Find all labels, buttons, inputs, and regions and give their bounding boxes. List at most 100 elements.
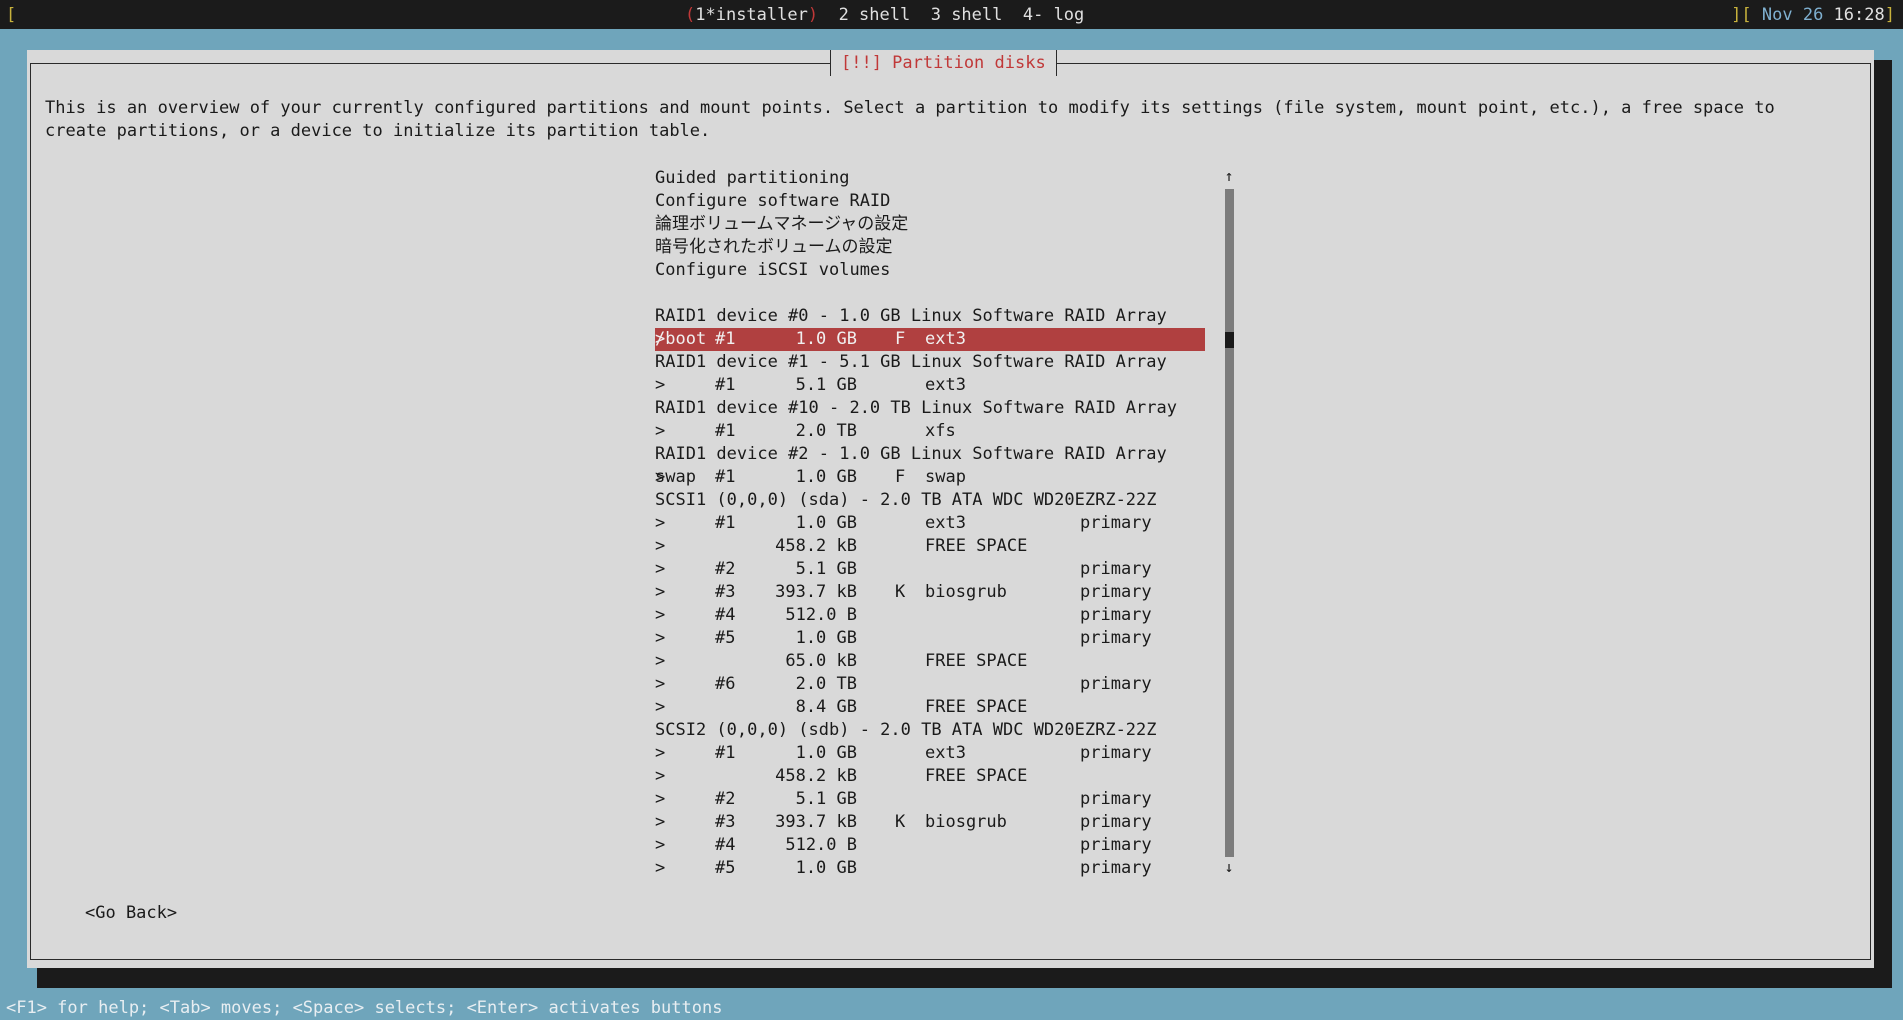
menu-item[interactable]: Guided partitioning bbox=[655, 167, 1205, 190]
go-back-button[interactable]: <Go Back> bbox=[85, 903, 177, 923]
status-time: 16:28 bbox=[1833, 5, 1885, 25]
partition-num: #3 bbox=[715, 582, 736, 602]
partition-num: #5 bbox=[715, 628, 736, 648]
partition-size: 5.1 GB bbox=[795, 559, 857, 579]
partition-mark: > bbox=[655, 375, 666, 395]
device-row[interactable]: RAID1 device #1 - 5.1 GB Linux Software … bbox=[655, 351, 1205, 374]
partition-type: primary bbox=[1080, 605, 1152, 625]
status-clock: ][ Nov 26 16:28] bbox=[1731, 5, 1895, 25]
partition-type: primary bbox=[1080, 743, 1152, 763]
partition-size: 5.1 GB bbox=[795, 789, 857, 809]
partition-row[interactable]: > #1 1.0 GB Fswap swap bbox=[655, 466, 1205, 489]
device-row[interactable]: RAID1 device #0 - 1.0 GB Linux Software … bbox=[655, 305, 1205, 328]
partition-row[interactable]: > #3 393.7 kB Kbiosgrub primary bbox=[655, 581, 1205, 604]
partition-size: 2.0 TB bbox=[795, 421, 857, 441]
partition-row[interactable]: > #4 512.0 B primary bbox=[655, 604, 1205, 627]
partition-row[interactable]: > #1 2.0 TB xfs bbox=[655, 420, 1205, 443]
partition-size: 8.4 GB bbox=[795, 697, 857, 717]
partition-row[interactable]: >458.2 kB FREE SPACE bbox=[655, 535, 1205, 558]
partition-size: 512.0 B bbox=[785, 605, 857, 625]
partition-size: 1.0 GB bbox=[795, 467, 857, 487]
partition-row[interactable]: > #1 1.0 GB Fext3/boot bbox=[655, 328, 1205, 351]
device-row[interactable]: RAID1 device #2 - 1.0 GB Linux Software … bbox=[655, 443, 1205, 466]
partition-mount: swap bbox=[655, 467, 696, 487]
partition-fs: swap bbox=[925, 467, 966, 487]
window-tab-log[interactable]: 4- log bbox=[1023, 5, 1084, 25]
partition-flag: F bbox=[895, 467, 906, 487]
partition-row[interactable]: > #1 1.0 GB ext3 primary bbox=[655, 742, 1205, 765]
partition-fs: ext3 bbox=[925, 743, 966, 763]
partition-mark: > bbox=[655, 582, 666, 602]
window-tab-shell-3[interactable]: 3 shell bbox=[931, 5, 1003, 25]
partition-row[interactable]: > #6 2.0 TB primary bbox=[655, 673, 1205, 696]
partition-size: 1.0 GB bbox=[795, 743, 857, 763]
partition-mark: > bbox=[655, 766, 666, 786]
partition-num: #2 bbox=[715, 559, 736, 579]
partition-mark: > bbox=[655, 559, 666, 579]
scrollbar-thumb[interactable] bbox=[1225, 332, 1234, 348]
partition-row[interactable]: >458.2 kB FREE SPACE bbox=[655, 765, 1205, 788]
window-tab-installer[interactable]: 1*installer bbox=[695, 5, 808, 25]
partition-size: 512.0 B bbox=[785, 835, 857, 855]
partition-size: 458.2 kB bbox=[775, 536, 857, 556]
partition-mount: /boot bbox=[655, 329, 707, 349]
partition-num: #4 bbox=[715, 835, 736, 855]
partition-mark: > bbox=[655, 858, 666, 878]
partition-size: 1.0 GB bbox=[795, 513, 857, 533]
partition-row[interactable]: > #4 512.0 B primary bbox=[655, 834, 1205, 857]
screen-status-bar: [ (1*installer) 2 shell 3 shell 4- log ]… bbox=[0, 0, 1903, 29]
partition-fs: xfs bbox=[925, 421, 956, 441]
menu-item[interactable]: Configure iSCSI volumes bbox=[655, 259, 1205, 282]
partition-row[interactable]: > #5 1.0 GB primary bbox=[655, 857, 1205, 880]
dialog-shadow-right bbox=[1874, 60, 1892, 978]
partition-fs: ext3 bbox=[925, 513, 966, 533]
partition-num: #2 bbox=[715, 789, 736, 809]
scroll-down-arrow-icon[interactable]: ↓ bbox=[1221, 858, 1237, 876]
partition-num: #5 bbox=[715, 858, 736, 878]
help-bar: <F1> for help; <Tab> moves; <Space> sele… bbox=[0, 996, 1903, 1020]
partition-fs: FREE SPACE bbox=[925, 651, 1028, 671]
scrollbar-track[interactable] bbox=[1225, 189, 1234, 857]
partition-type: primary bbox=[1080, 513, 1152, 533]
partition-mark: > bbox=[655, 513, 666, 533]
partition-size: 1.0 GB bbox=[795, 628, 857, 648]
device-row[interactable]: RAID1 device #10 - 2.0 TB Linux Software… bbox=[655, 397, 1205, 420]
partition-row[interactable]: >8.4 GB FREE SPACE bbox=[655, 696, 1205, 719]
menu-item[interactable]: 暗号化されたボリュームの設定 bbox=[655, 236, 1205, 259]
scroll-up-arrow-icon[interactable]: ↑ bbox=[1221, 167, 1237, 185]
partition-mark: > bbox=[655, 697, 666, 717]
partition-row[interactable]: > #2 5.1 GB primary bbox=[655, 788, 1205, 811]
partition-row[interactable]: > #1 1.0 GB ext3 primary bbox=[655, 512, 1205, 535]
partition-fs: FREE SPACE bbox=[925, 766, 1028, 786]
menu-item[interactable]: Configure software RAID bbox=[655, 190, 1205, 213]
partition-type: primary bbox=[1080, 858, 1152, 878]
partition-row[interactable]: > #1 5.1 GB ext3 bbox=[655, 374, 1205, 397]
window-tab-shell-2[interactable]: 2 shell bbox=[839, 5, 911, 25]
partition-dialog: [!!] Partition disks This is an overview… bbox=[27, 50, 1874, 968]
partition-row[interactable]: > #5 1.0 GB primary bbox=[655, 627, 1205, 650]
partition-fs: biosgrub bbox=[925, 812, 1007, 832]
dialog-title: [!!] Partition disks bbox=[830, 50, 1057, 76]
partition-mark: > bbox=[655, 605, 666, 625]
partition-type: primary bbox=[1080, 835, 1152, 855]
partition-row[interactable]: > #3 393.7 kB Kbiosgrub primary bbox=[655, 811, 1205, 834]
partition-type: primary bbox=[1080, 628, 1152, 648]
partition-row[interactable]: > #2 5.1 GB primary bbox=[655, 558, 1205, 581]
partition-fs: ext3 bbox=[925, 375, 966, 395]
device-row[interactable]: SCSI2 (0,0,0) (sdb) - 2.0 TB ATA WDC WD2… bbox=[655, 719, 1205, 742]
window-list: (1*installer) 2 shell 3 shell 4- log bbox=[685, 5, 1085, 25]
partition-size: 5.1 GB bbox=[795, 375, 857, 395]
partition-type: primary bbox=[1080, 789, 1152, 809]
partition-mark: > bbox=[655, 812, 666, 832]
partition-fs: FREE SPACE bbox=[925, 697, 1028, 717]
partition-flag: K bbox=[895, 582, 906, 602]
partition-size: 65.0 kB bbox=[785, 651, 857, 671]
partition-type: primary bbox=[1080, 559, 1152, 579]
partition-num: #4 bbox=[715, 605, 736, 625]
menu-item[interactable]: 論理ボリュームマネージャの設定 bbox=[655, 213, 1205, 236]
device-row[interactable]: SCSI1 (0,0,0) (sda) - 2.0 TB ATA WDC WD2… bbox=[655, 489, 1205, 512]
partition-row[interactable]: >65.0 kB FREE SPACE bbox=[655, 650, 1205, 673]
partition-mark: > bbox=[655, 536, 666, 556]
partition-flag: F bbox=[895, 329, 906, 349]
